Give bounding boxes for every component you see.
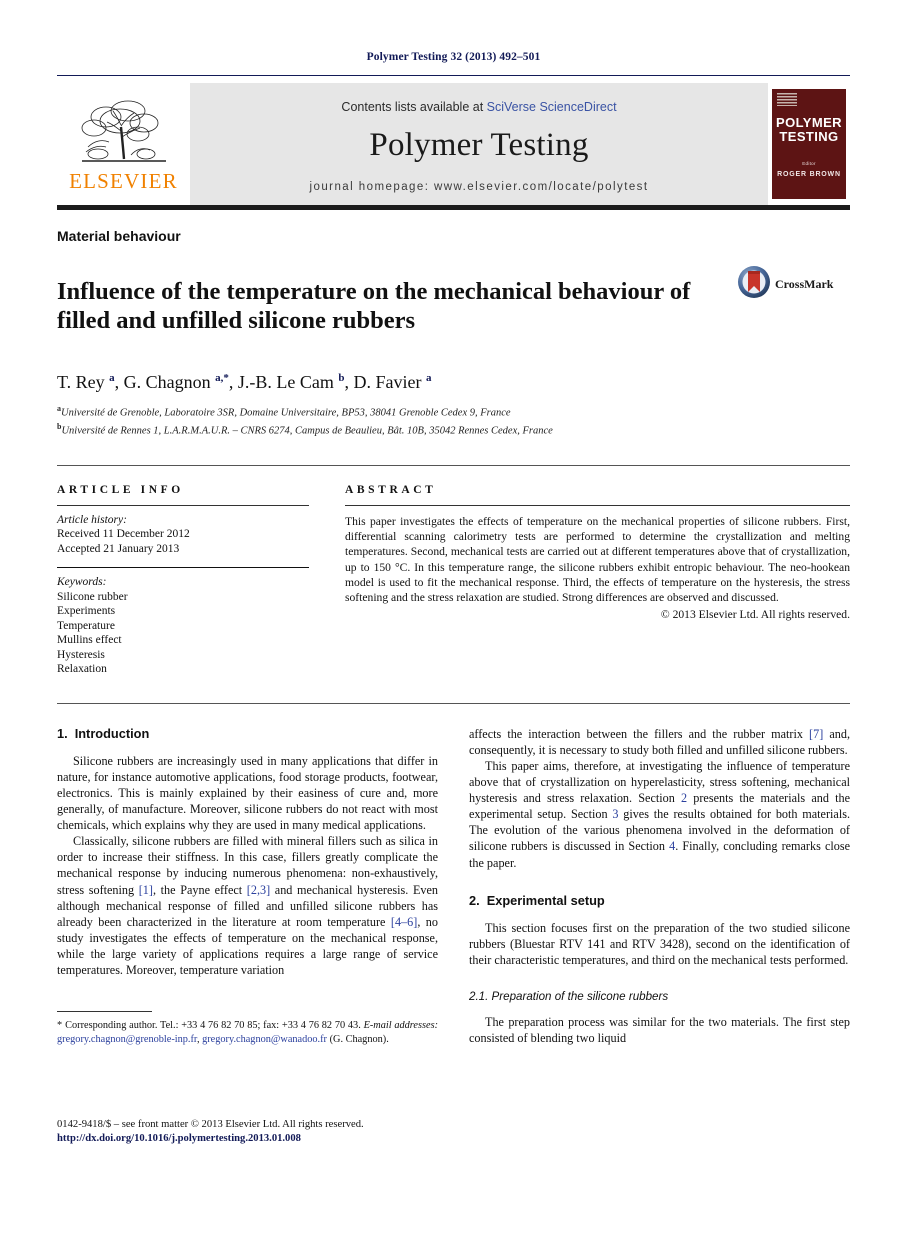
heading-introduction-text: Introduction xyxy=(74,725,150,741)
paper-page: Polymer Testing 32 (2013) 492–501 ELSEVI… xyxy=(0,0,907,1238)
elsevier-wordmark: ELSEVIER xyxy=(69,168,178,193)
elsevier-tree-icon xyxy=(76,97,172,169)
abstract-column: ABSTRACT This paper investigates the eff… xyxy=(345,484,850,677)
article-section-label: Material behaviour xyxy=(57,228,181,244)
running-head-rule xyxy=(57,75,850,76)
heading-experimental-number: 2. xyxy=(469,892,480,908)
heading-experimental-text: Experimental setup xyxy=(486,892,605,908)
article-history: Article history: Received 11 December 20… xyxy=(57,513,309,557)
abstract-heading: ABSTRACT xyxy=(345,483,437,496)
keyword-item: Relaxation xyxy=(57,663,107,676)
article-accepted: Accepted 21 January 2013 xyxy=(57,542,180,555)
cover-title-line1: POLYMER xyxy=(776,115,842,130)
abstract-rule xyxy=(345,504,850,506)
experimental-paragraph-1: This section focuses first on the prepar… xyxy=(469,920,850,967)
footnote-email-owner: (G. Chagnon). xyxy=(327,1033,389,1045)
contents-prefix: Contents lists available at xyxy=(341,99,487,114)
cover-title: POLYMER TESTING xyxy=(772,116,846,144)
citation-ref-1[interactable]: [1] xyxy=(139,883,153,897)
crossmark-icon xyxy=(737,265,771,304)
masthead-band: Contents lists available at SciVerse Sci… xyxy=(190,83,768,205)
body-column-left: 1. Introduction Silicone rubbers are incr… xyxy=(57,726,438,1046)
heading-subsection-2-1: 2.1. Preparation of the silicone rubbers xyxy=(469,989,669,1003)
elsevier-logo: ELSEVIER xyxy=(57,83,190,205)
keyword-item: Temperature xyxy=(57,619,115,632)
footnote-corresponding-author: Corresponding author. Tel.: +33 4 76 82 … xyxy=(65,1020,361,1032)
body-top-rule xyxy=(57,702,850,704)
affiliation-a-text: Université de Grenoble, Laboratoire 3SR,… xyxy=(61,407,511,419)
email-link-secondary[interactable]: gregory.chagnon@wanadoo.fr xyxy=(202,1034,327,1045)
cover-elsevier-mark-icon xyxy=(777,93,797,106)
keyword-item: Experiments xyxy=(57,605,116,618)
masthead-rule xyxy=(57,205,850,210)
author-affil-marker: a xyxy=(426,371,432,384)
contents-available-line: Contents lists available at SciVerse Sci… xyxy=(341,100,616,114)
info-abstract-row: ARTICLE INFO Article history: Received 1… xyxy=(57,484,850,677)
abstract-text: This paper investigates the effects of t… xyxy=(345,514,850,605)
right-paragraph-2: This paper aims, therefore, at investiga… xyxy=(469,758,850,871)
keywords-label: Keywords: xyxy=(57,576,107,589)
article-received: Received 11 December 2012 xyxy=(57,528,190,541)
keywords-block: Keywords: Silicone rubber Experiments Te… xyxy=(57,575,309,677)
cover-title-line2: TESTING xyxy=(779,129,839,144)
keyword-item: Mullins effect xyxy=(57,634,122,647)
citation-ref-4-6[interactable]: [4–6] xyxy=(391,915,417,929)
heading-introduction-number: 1. xyxy=(57,725,68,741)
corresponding-author-marker: * xyxy=(223,371,229,384)
column-gap xyxy=(309,484,345,677)
footnote-email-label: E-mail addresses: xyxy=(363,1020,439,1032)
experimental-paragraph-2: The preparation process was similar for … xyxy=(469,1014,850,1046)
body-columns: 1. Introduction Silicone rubbers are incr… xyxy=(57,726,850,1046)
right-paragraph-1: affects the interaction between the fill… xyxy=(469,726,850,758)
intro-p2-part-b: , the Payne effect xyxy=(152,882,247,897)
intro-paragraph-2: Classically, silicone rubbers are filled… xyxy=(57,833,438,978)
article-info-heading: ARTICLE INFO xyxy=(57,483,184,496)
citation-ref-7[interactable]: [7] xyxy=(809,727,823,741)
affiliation-b-text: Université de Rennes 1, L.A.R.M.A.U.R. –… xyxy=(61,425,553,437)
right-p1-part-a: affects the interaction between the fill… xyxy=(469,726,810,741)
cover-editor-name: ROGER BROWN xyxy=(777,171,841,178)
crossmark-label: CrossMark xyxy=(775,277,834,291)
footnote-star-marker: * xyxy=(57,1020,63,1032)
abstract-copyright: © 2013 Elsevier Ltd. All rights reserved… xyxy=(660,607,850,621)
footnote-text: * Corresponding author. Tel.: +33 4 76 82… xyxy=(57,1019,438,1046)
keywords-rule xyxy=(57,567,309,569)
page-footer: 0142-9418/$ – see front matter © 2013 El… xyxy=(57,1118,438,1146)
footnote-rule xyxy=(57,1011,152,1013)
journal-masthead: ELSEVIER Contents lists available at Sci… xyxy=(57,83,850,205)
footnote-block: * Corresponding author. Tel.: +33 4 76 82… xyxy=(57,1011,438,1046)
citation-ref-2-3[interactable]: [2,3] xyxy=(247,883,270,897)
doi-link[interactable]: http://dx.doi.org/10.1016/j.polymertesti… xyxy=(57,1132,438,1146)
affiliations: aUniversité de Grenoble, Laboratoire 3SR… xyxy=(57,402,850,439)
journal-homepage-link[interactable]: journal homepage: www.elsevier.com/locat… xyxy=(309,181,648,193)
keyword-item: Hysteresis xyxy=(57,648,105,661)
article-info-rule xyxy=(57,504,309,506)
cover-art: POLYMER TESTING Editor ROGER BROWN xyxy=(772,89,846,199)
issn-front-matter: 0142-9418/$ – see front matter © 2013 El… xyxy=(57,1119,364,1130)
email-link-primary[interactable]: gregory.chagnon@grenoble-inp.fr xyxy=(57,1034,197,1045)
affiliation-a: aUniversité de Grenoble, Laboratoire 3SR… xyxy=(57,402,850,421)
body-column-right: affects the interaction between the fill… xyxy=(469,726,850,1046)
keyword-item: Silicone rubber xyxy=(57,590,128,603)
author-affil-marker: a xyxy=(109,371,115,384)
title-row: Influence of the temperature on the mech… xyxy=(57,261,850,352)
body-column-gap xyxy=(438,726,469,1046)
intro-paragraph-1: Silicone rubbers are increasingly used i… xyxy=(57,753,438,833)
article-info-column: ARTICLE INFO Article history: Received 1… xyxy=(57,484,309,677)
heading-introduction: 1. Introduction xyxy=(57,726,438,741)
author-list: T. Rey a, G. Chagnon a,*, J.-B. Le Cam b… xyxy=(57,371,432,392)
heading-experimental-setup: 2. Experimental setup xyxy=(469,893,850,908)
info-top-rule xyxy=(57,464,850,466)
crossmark-badge[interactable]: CrossMark xyxy=(737,265,849,304)
page-title: Influence of the temperature on the mech… xyxy=(57,278,691,335)
affiliation-b: bUniversité de Rennes 1, L.A.R.M.A.U.R. … xyxy=(57,420,850,439)
cover-editor-label: Editor xyxy=(802,161,816,166)
journal-title: Polymer Testing xyxy=(369,126,589,163)
running-head: Polymer Testing 32 (2013) 492–501 xyxy=(366,51,541,63)
article-history-label: Article history: xyxy=(57,513,127,526)
author-affil-marker: b xyxy=(338,371,345,384)
sciencedirect-link[interactable]: SciVerse ScienceDirect xyxy=(487,100,617,114)
journal-cover-thumbnail: POLYMER TESTING Editor ROGER BROWN xyxy=(768,83,850,205)
